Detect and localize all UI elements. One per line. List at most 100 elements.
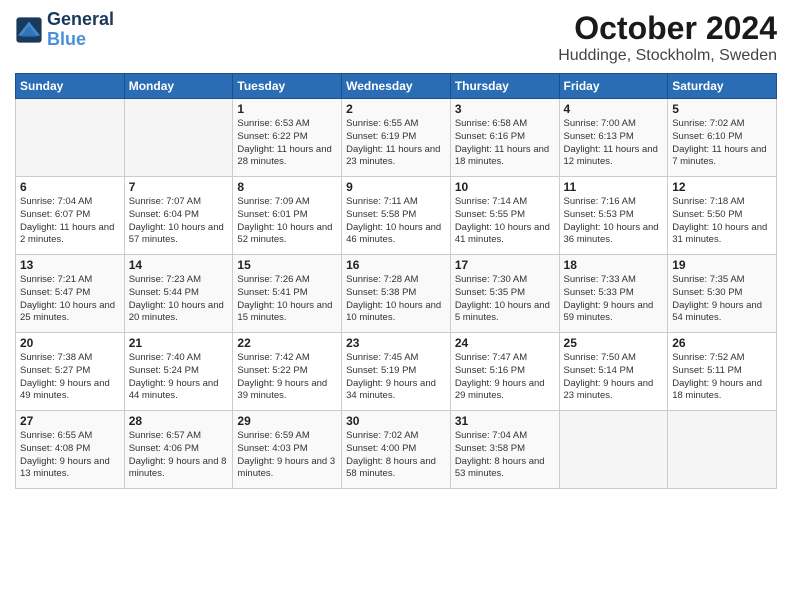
week-row-2: 6Sunrise: 7:04 AM Sunset: 6:07 PM Daylig… xyxy=(16,177,777,255)
day-number: 16 xyxy=(346,258,446,272)
day-detail: Sunrise: 7:50 AM Sunset: 5:14 PM Dayligh… xyxy=(564,352,664,403)
day-number: 1 xyxy=(237,102,337,116)
week-row-4: 20 Sunrise: 7:38 AM Sunset: 5:27 PM Dayli… xyxy=(16,333,777,411)
day-detail: Sunrise: 6:59 AM Sunset: 4:03 PM Dayligh… xyxy=(237,430,337,481)
header-row: SundayMondayTuesdayWednesdayThursdayFrid… xyxy=(16,74,777,99)
day-number: 20 xyxy=(20,336,120,350)
day-cell xyxy=(124,99,233,177)
day-cell: 29 Sunrise: 6:59 AM Sunset: 4:03 PM Dayli… xyxy=(233,411,342,489)
week-row-1: 1 Sunrise: 6:53 AM Sunset: 6:22 PM Daylig… xyxy=(16,99,777,177)
header-cell-monday: Monday xyxy=(124,74,233,99)
day-detail: Sunrise: 7:40 AM Sunset: 5:24 PM Dayligh… xyxy=(129,352,229,403)
day-detail: Sunrise: 7:14 AM Sunset: 5:55 PM Dayligh… xyxy=(455,196,555,247)
day-cell: 31Sunrise: 7:04 AM Sunset: 3:58 PM Dayli… xyxy=(450,411,559,489)
calendar-body: 1 Sunrise: 6:53 AM Sunset: 6:22 PM Daylig… xyxy=(16,99,777,489)
day-number: 18 xyxy=(564,258,664,272)
day-number: 27 xyxy=(20,414,120,428)
day-detail: Sunrise: 7:02 AM Sunset: 4:00 PM Dayligh… xyxy=(346,430,446,481)
day-number: 10 xyxy=(455,180,555,194)
logo: General Blue xyxy=(15,10,114,50)
day-number: 30 xyxy=(346,414,446,428)
day-cell: 30 Sunrise: 7:02 AM Sunset: 4:00 PM Dayli… xyxy=(342,411,451,489)
day-detail: Sunrise: 6:53 AM Sunset: 6:22 PM Dayligh… xyxy=(237,118,337,169)
day-number: 29 xyxy=(237,414,337,428)
day-cell: 12Sunrise: 7:18 AM Sunset: 5:50 PM Dayli… xyxy=(668,177,777,255)
day-number: 6 xyxy=(20,180,120,194)
day-detail: Sunrise: 7:28 AM Sunset: 5:38 PM Dayligh… xyxy=(346,274,446,325)
logo-line2: Blue xyxy=(47,29,86,49)
header-cell-tuesday: Tuesday xyxy=(233,74,342,99)
day-detail: Sunrise: 7:35 AM Sunset: 5:30 PM Dayligh… xyxy=(672,274,772,325)
day-number: 23 xyxy=(346,336,446,350)
day-cell: 18 Sunrise: 7:33 AM Sunset: 5:33 PM Dayli… xyxy=(559,255,668,333)
day-cell: 3Sunrise: 6:58 AM Sunset: 6:16 PM Daylig… xyxy=(450,99,559,177)
day-cell: 22Sunrise: 7:42 AM Sunset: 5:22 PM Dayli… xyxy=(233,333,342,411)
day-detail: Sunrise: 6:55 AM Sunset: 4:08 PM Dayligh… xyxy=(20,430,120,481)
day-detail: Sunrise: 6:57 AM Sunset: 4:06 PM Dayligh… xyxy=(129,430,229,481)
day-detail: Sunrise: 7:30 AM Sunset: 5:35 PM Dayligh… xyxy=(455,274,555,325)
day-detail: Sunrise: 7:21 AM Sunset: 5:47 PM Dayligh… xyxy=(20,274,120,325)
header-cell-thursday: Thursday xyxy=(450,74,559,99)
day-cell: 21 Sunrise: 7:40 AM Sunset: 5:24 PM Dayli… xyxy=(124,333,233,411)
day-number: 28 xyxy=(129,414,229,428)
day-cell: 19Sunrise: 7:35 AM Sunset: 5:30 PM Dayli… xyxy=(668,255,777,333)
day-number: 15 xyxy=(237,258,337,272)
logo-text: General Blue xyxy=(47,10,114,50)
day-cell: 6Sunrise: 7:04 AM Sunset: 6:07 PM Daylig… xyxy=(16,177,125,255)
day-cell: 24Sunrise: 7:47 AM Sunset: 5:16 PM Dayli… xyxy=(450,333,559,411)
day-number: 17 xyxy=(455,258,555,272)
day-detail: Sunrise: 7:16 AM Sunset: 5:53 PM Dayligh… xyxy=(564,196,664,247)
day-cell: 2Sunrise: 6:55 AM Sunset: 6:19 PM Daylig… xyxy=(342,99,451,177)
day-cell: 26 Sunrise: 7:52 AM Sunset: 5:11 PM Dayli… xyxy=(668,333,777,411)
day-number: 25 xyxy=(564,336,664,350)
header-cell-sunday: Sunday xyxy=(16,74,125,99)
day-cell: 14Sunrise: 7:23 AM Sunset: 5:44 PM Dayli… xyxy=(124,255,233,333)
day-cell: 5 Sunrise: 7:02 AM Sunset: 6:10 PM Daylig… xyxy=(668,99,777,177)
day-cell: 13Sunrise: 7:21 AM Sunset: 5:47 PM Dayli… xyxy=(16,255,125,333)
calendar-table: SundayMondayTuesdayWednesdayThursdayFrid… xyxy=(15,73,777,489)
page-header: General Blue October 2024 Huddinge, Stoc… xyxy=(15,10,777,65)
day-cell: 7Sunrise: 7:07 AM Sunset: 6:04 PM Daylig… xyxy=(124,177,233,255)
day-cell: 1 Sunrise: 6:53 AM Sunset: 6:22 PM Daylig… xyxy=(233,99,342,177)
day-cell: 28 Sunrise: 6:57 AM Sunset: 4:06 PM Dayli… xyxy=(124,411,233,489)
day-detail: Sunrise: 7:45 AM Sunset: 5:19 PM Dayligh… xyxy=(346,352,446,403)
day-detail: Sunrise: 7:09 AM Sunset: 6:01 PM Dayligh… xyxy=(237,196,337,247)
day-number: 14 xyxy=(129,258,229,272)
day-detail: Sunrise: 7:07 AM Sunset: 6:04 PM Dayligh… xyxy=(129,196,229,247)
day-detail: Sunrise: 7:02 AM Sunset: 6:10 PM Dayligh… xyxy=(672,118,772,169)
day-cell xyxy=(668,411,777,489)
day-detail: Sunrise: 7:18 AM Sunset: 5:50 PM Dayligh… xyxy=(672,196,772,247)
day-cell: 8 Sunrise: 7:09 AM Sunset: 6:01 PM Daylig… xyxy=(233,177,342,255)
day-cell: 11 Sunrise: 7:16 AM Sunset: 5:53 PM Dayli… xyxy=(559,177,668,255)
day-detail: Sunrise: 6:58 AM Sunset: 6:16 PM Dayligh… xyxy=(455,118,555,169)
day-number: 4 xyxy=(564,102,664,116)
day-detail: Sunrise: 7:00 AM Sunset: 6:13 PM Dayligh… xyxy=(564,118,664,169)
day-detail: Sunrise: 7:42 AM Sunset: 5:22 PM Dayligh… xyxy=(237,352,337,403)
calendar-page: General Blue October 2024 Huddinge, Stoc… xyxy=(0,0,792,612)
day-number: 26 xyxy=(672,336,772,350)
day-number: 11 xyxy=(564,180,664,194)
day-detail: Sunrise: 7:33 AM Sunset: 5:33 PM Dayligh… xyxy=(564,274,664,325)
header-cell-friday: Friday xyxy=(559,74,668,99)
day-cell: 4 Sunrise: 7:00 AM Sunset: 6:13 PM Daylig… xyxy=(559,99,668,177)
week-row-3: 13Sunrise: 7:21 AM Sunset: 5:47 PM Dayli… xyxy=(16,255,777,333)
day-cell: 20 Sunrise: 7:38 AM Sunset: 5:27 PM Dayli… xyxy=(16,333,125,411)
day-number: 2 xyxy=(346,102,446,116)
day-cell: 25 Sunrise: 7:50 AM Sunset: 5:14 PM Dayli… xyxy=(559,333,668,411)
day-detail: Sunrise: 7:38 AM Sunset: 5:27 PM Dayligh… xyxy=(20,352,120,403)
day-cell: 10 Sunrise: 7:14 AM Sunset: 5:55 PM Dayli… xyxy=(450,177,559,255)
logo-line1: General xyxy=(47,10,114,30)
day-cell: 27 Sunrise: 6:55 AM Sunset: 4:08 PM Dayli… xyxy=(16,411,125,489)
logo-icon xyxy=(15,16,43,44)
day-detail: Sunrise: 7:26 AM Sunset: 5:41 PM Dayligh… xyxy=(237,274,337,325)
day-number: 31 xyxy=(455,414,555,428)
day-cell: 9Sunrise: 7:11 AM Sunset: 5:58 PM Daylig… xyxy=(342,177,451,255)
day-detail: Sunrise: 7:52 AM Sunset: 5:11 PM Dayligh… xyxy=(672,352,772,403)
day-cell: 23 Sunrise: 7:45 AM Sunset: 5:19 PM Dayli… xyxy=(342,333,451,411)
day-number: 8 xyxy=(237,180,337,194)
day-number: 5 xyxy=(672,102,772,116)
main-title: October 2024 xyxy=(558,10,777,47)
day-number: 21 xyxy=(129,336,229,350)
day-cell xyxy=(559,411,668,489)
day-cell: 16 Sunrise: 7:28 AM Sunset: 5:38 PM Dayli… xyxy=(342,255,451,333)
